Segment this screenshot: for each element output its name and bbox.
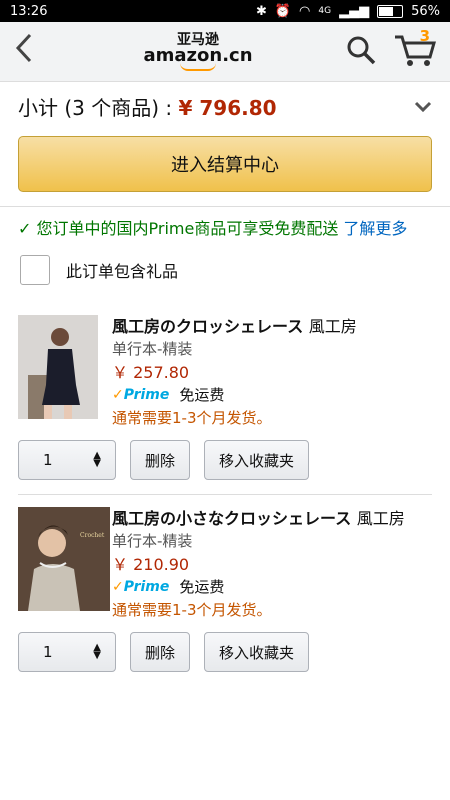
item-title[interactable]: 風工房のクロッシェレース 風工房 [112,315,432,338]
delete-button[interactable]: 删除 [130,632,191,672]
status-time: 13:26 [10,3,48,19]
cart-item: 風工房のクロッシェレース 風工房 单行本-精装 ￥ 257.80 ✓Prime … [0,315,450,480]
wifi-icon: ◠ [299,3,311,19]
checkout-button[interactable]: 进入结算中心 [18,136,432,192]
prime-logo: ✓Prime [112,579,170,595]
back-icon[interactable] [14,32,50,72]
subtotal-label: 小计 (3 个商品) : [18,95,179,120]
status-bar: 13:26 ✱ ⏰ ◠ 4G ▂▄▆ 56% [0,0,450,22]
item-author: 風工房 [308,317,357,336]
learn-more-link[interactable]: 了解更多 [343,219,407,238]
item-price: ￥ 257.80 [112,363,190,382]
item-binding: 单行本-精装 [112,532,193,550]
book-cover-image[interactable]: Crochet [18,507,110,611]
svg-text:Crochet: Crochet [80,532,105,539]
subtotal-row[interactable]: 小计 (3 个商品) : ¥ 796.80 [0,82,450,130]
gift-option[interactable]: 此订单包含礼品 [0,241,450,285]
prime-note-text: 您订单中的国内Prime商品可享受免费配送 [36,219,339,238]
subtotal-amount: ¥ 796.80 [178,95,277,120]
shipping-time: 通常需要1-3个月发货。 [112,409,272,427]
logo-en: amazon.cn [143,44,253,66]
free-shipping-label: 免运费 [179,578,225,596]
move-to-wishlist-button[interactable]: 移入收藏夹 [204,632,310,672]
divider [18,494,432,495]
status-icons: ✱ ⏰ ◠ 4G ▂▄▆ 56% [256,4,440,19]
stepper-arrows-icon: ▲ ▼ [93,642,101,661]
book-cover-image[interactable] [18,315,98,419]
item-author: 風工房 [356,509,405,528]
delete-button[interactable]: 删除 [130,440,191,480]
move-to-wishlist-button[interactable]: 移入收藏夹 [204,440,310,480]
cart-icon[interactable]: 3 [394,27,436,71]
quantity-select[interactable]: 1 ▲ ▼ [18,440,116,480]
logo-smile [180,63,216,71]
signal-icon: ▂▄▆ [339,3,370,19]
item-binding: 单行本-精装 [112,340,193,358]
prime-shipping-note: ✓ 您订单中的国内Prime商品可享受免费配送 了解更多 [0,207,450,241]
bluetooth-icon: ✱ [255,3,267,19]
battery-percent: 56% [411,3,440,19]
stepper-arrows-icon: ▲ ▼ [93,450,101,469]
search-icon[interactable] [346,35,376,69]
battery-icon [377,4,404,18]
free-shipping-label: 免运费 [179,386,225,404]
item-price: ￥ 210.90 [112,555,190,574]
gift-label: 此订单包含礼品 [66,262,179,281]
cart-count: 3 [419,26,430,45]
cart-item: Crochet 風工房の小さなクロッシェレース 風工房 单行本-精装 ￥ 210… [0,507,450,672]
chevron-down-icon[interactable] [414,94,432,118]
check-icon: ✓ [18,219,32,238]
prime-logo: ✓Prime [112,387,170,403]
quantity-select[interactable]: 1 ▲ ▼ [18,632,116,672]
shipping-time: 通常需要1-3个月发货。 [112,601,272,619]
item-title[interactable]: 風工房の小さなクロッシェレース 風工房 [112,507,432,530]
alarm-icon: ⏰ [274,3,292,19]
amazon-logo[interactable]: 亚马逊 amazon.cn [143,33,253,71]
gift-checkbox[interactable] [20,255,50,285]
network-type: 4G [318,6,332,16]
top-nav: 亚马逊 amazon.cn 3 [0,22,450,82]
